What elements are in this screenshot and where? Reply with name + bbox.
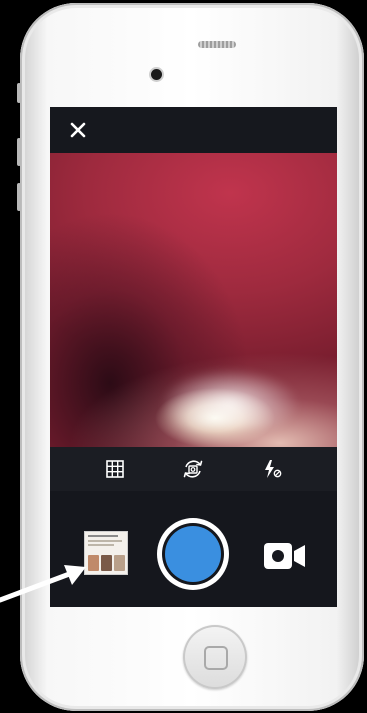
top-bar (50, 107, 337, 153)
grid-icon[interactable] (103, 457, 127, 481)
mute-switch (17, 83, 21, 103)
shutter-ring (162, 523, 224, 585)
thumbnail-text-line (88, 544, 114, 546)
camera-tools-bar (50, 447, 337, 491)
home-button-square (204, 646, 228, 670)
volume-down-button (17, 183, 21, 211)
volume-up-button (17, 138, 21, 166)
camera-viewfinder[interactable] (50, 153, 337, 447)
earpiece-speaker (198, 41, 236, 48)
front-camera (151, 69, 162, 80)
shutter-core (165, 526, 221, 582)
home-button[interactable] (183, 625, 247, 689)
flash-off-icon[interactable] (260, 457, 284, 481)
close-icon[interactable] (66, 118, 90, 142)
annotation-arrow-icon (0, 565, 86, 603)
shutter-button[interactable] (157, 518, 229, 590)
thumbnail-image (114, 555, 125, 571)
camera-screen (50, 107, 337, 607)
viewfinder-light-glow (160, 368, 300, 428)
thumbnail-image (101, 555, 112, 571)
switch-camera-icon[interactable] (181, 457, 205, 481)
thumbnail-header-line (88, 535, 118, 537)
video-camera-icon[interactable] (263, 542, 307, 570)
thumbnail-text-line (88, 540, 122, 542)
